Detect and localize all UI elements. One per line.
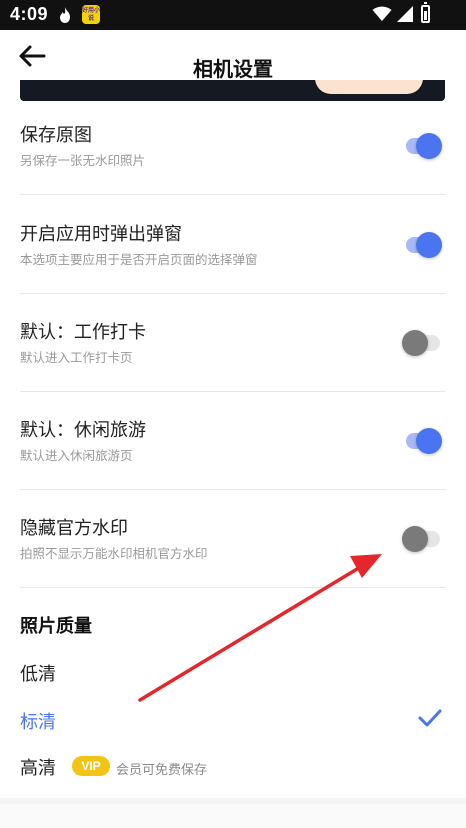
app-notification-icon: 好用小说: [82, 5, 101, 24]
setting-title: 默认：休闲旅游: [20, 420, 146, 441]
toggle-popup-on-launch[interactable]: [404, 232, 444, 258]
setting-subtitle: 默认进入休闲旅游页: [20, 448, 133, 463]
setting-subtitle: 另保存一张无水印照片: [20, 153, 146, 168]
setting-title: 保存原图: [20, 125, 92, 146]
setting-default-work-checkin: 默认：工作打卡 默认进入工作打卡页: [20, 294, 446, 392]
check-icon: [418, 709, 442, 727]
banner-button[interactable]: [315, 80, 423, 94]
quality-option-high[interactable]: 高清 VIP 会员可免费保存: [20, 746, 446, 786]
bottom-strip: [0, 798, 466, 828]
quality-label: 高清: [20, 758, 56, 779]
setting-title: 默认：工作打卡: [20, 322, 146, 343]
quality-label: 标清: [20, 712, 56, 733]
toggle-hide-official-watermark[interactable]: [402, 526, 444, 552]
fire-icon: [60, 7, 70, 23]
photo-quality-title: 照片质量: [20, 616, 92, 637]
setting-title: 开启应用时弹出弹窗: [20, 224, 182, 245]
quality-option-standard[interactable]: 标清: [20, 700, 446, 740]
setting-popup-on-launch: 开启应用时弹出弹窗 本选项主要应用于是否开启页面的选择弹窗: [20, 196, 446, 294]
wifi-icon: [372, 6, 392, 21]
page-title: 相机设置: [193, 57, 273, 81]
setting-hide-official-watermark: 隐藏官方水印 拍照不显示万能水印相机官方水印: [20, 490, 446, 588]
setting-subtitle: 拍照不显示万能水印相机官方水印: [20, 546, 208, 561]
setting-subtitle: 本选项主要应用于是否开启页面的选择弹窗: [20, 252, 258, 267]
setting-subtitle: 默认进入工作打卡页: [20, 350, 133, 365]
quality-option-low[interactable]: 低清: [20, 652, 446, 692]
setting-save-original: 保存原图 另保存一张无水印照片: [20, 97, 446, 195]
header: 相机设置: [0, 30, 466, 81]
setting-title: 隐藏官方水印: [20, 518, 128, 539]
battery-icon: [421, 2, 430, 23]
signal-icon: [397, 6, 413, 22]
status-bar: 4:09 好用小说: [0, 0, 466, 30]
quality-label: 低清: [20, 664, 56, 685]
toggle-default-work-checkin[interactable]: [402, 330, 444, 356]
status-time: 4:09: [10, 4, 49, 24]
vip-note: 会员可免费保存: [116, 763, 208, 778]
vip-badge: VIP: [72, 756, 110, 776]
toggle-save-original[interactable]: [404, 133, 444, 159]
toggle-default-leisure-travel[interactable]: [404, 428, 444, 454]
setting-default-leisure-travel: 默认：休闲旅游 默认进入休闲旅游页: [20, 392, 446, 490]
